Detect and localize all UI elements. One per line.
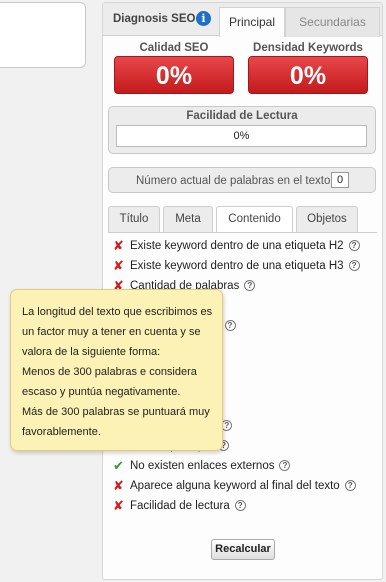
word-count-field[interactable]: 0 <box>331 172 349 188</box>
check-fail-icon: ✘ <box>113 258 124 273</box>
panel-title: Diagnosis SEO <box>113 13 196 25</box>
check-fail-icon: ✘ <box>113 498 124 513</box>
help-icon[interactable]: ? <box>224 320 236 331</box>
word-count-box: Número actual de palabras en el texto: 0 <box>108 167 376 193</box>
tooltip-line: favorablemente. <box>22 426 101 438</box>
editor-box[interactable] <box>0 2 86 68</box>
word-count-label: Número actual de palabras en el texto: <box>136 175 334 187</box>
tooltip-line: un factor muy a tener en cuenta y se <box>22 326 201 338</box>
tab-contenido[interactable]: Contenido <box>216 206 293 233</box>
help-icon[interactable]: ? <box>348 260 360 271</box>
panel-header: Diagnosis SEO i Principal Secundarias <box>103 3 382 37</box>
help-icon[interactable]: ? <box>244 280 256 291</box>
check-row: ✔ No existen enlaces externos? <box>113 458 378 478</box>
info-icon[interactable]: i <box>196 11 211 26</box>
tab-meta[interactable]: Meta <box>163 206 213 232</box>
tooltip: La longitud del texto que escribimos es … <box>10 289 223 451</box>
check-row: ✘ Facilidad de lectura? <box>113 498 378 518</box>
readability-label: Facilidad de Lectura <box>186 110 298 122</box>
check-row: ✘ Existe keyword dentro de una etiqueta H… <box>113 238 378 258</box>
tooltip-line: escaso y puntúa negativamente. <box>22 386 181 398</box>
check-label: No existen enlaces externos <box>130 460 275 472</box>
check-row: ✘ Existe keyword dentro de una etiqueta H… <box>113 258 378 278</box>
help-icon[interactable]: ? <box>344 480 356 491</box>
tab-titulo[interactable]: Título <box>108 206 160 232</box>
tooltip-line: Menos de 300 palabras e considera <box>22 366 197 378</box>
help-icon[interactable]: ? <box>279 460 291 471</box>
check-pass-icon: ✔ <box>113 458 124 473</box>
densidad-keywords-label: Densidad Keywords <box>253 42 363 54</box>
tab-secundarias[interactable]: Secundarias <box>285 7 380 37</box>
tab-divider <box>108 232 377 233</box>
tooltip-line: valora de la siguiente forma: <box>22 346 161 358</box>
tooltip-line: Más de 300 palabras se puntuará muy <box>22 406 210 418</box>
tab-principal[interactable]: Principal <box>219 7 285 37</box>
calidad-seo-meter: 0% <box>114 56 234 94</box>
check-row: ✘ Aparece alguna keyword al final del tex… <box>113 478 378 498</box>
check-label: Aparece alguna keyword al final del text… <box>130 480 340 492</box>
check-fail-icon: ✘ <box>113 478 124 493</box>
tab-objetos[interactable]: Objetos <box>296 206 358 232</box>
check-fail-icon: ✘ <box>113 238 124 253</box>
check-label: Facilidad de lectura <box>130 500 230 512</box>
check-label: Existe keyword dentro de una etiqueta H3 <box>130 260 344 272</box>
readability-value: 0% <box>233 130 250 142</box>
readability-box: Facilidad de Lectura 0% <box>108 106 376 154</box>
check-label: Existe keyword dentro de una etiqueta H2 <box>130 240 344 252</box>
recalcular-button[interactable]: Recalcular <box>211 539 275 560</box>
help-icon[interactable]: ? <box>348 240 360 251</box>
calidad-seo-label: Calidad SEO <box>139 42 209 54</box>
help-icon[interactable]: ? <box>234 500 246 511</box>
readability-bar: 0% <box>116 125 367 147</box>
densidad-keywords-meter: 0% <box>248 56 368 94</box>
tooltip-line: La longitud del texto que escribimos es <box>22 306 213 318</box>
